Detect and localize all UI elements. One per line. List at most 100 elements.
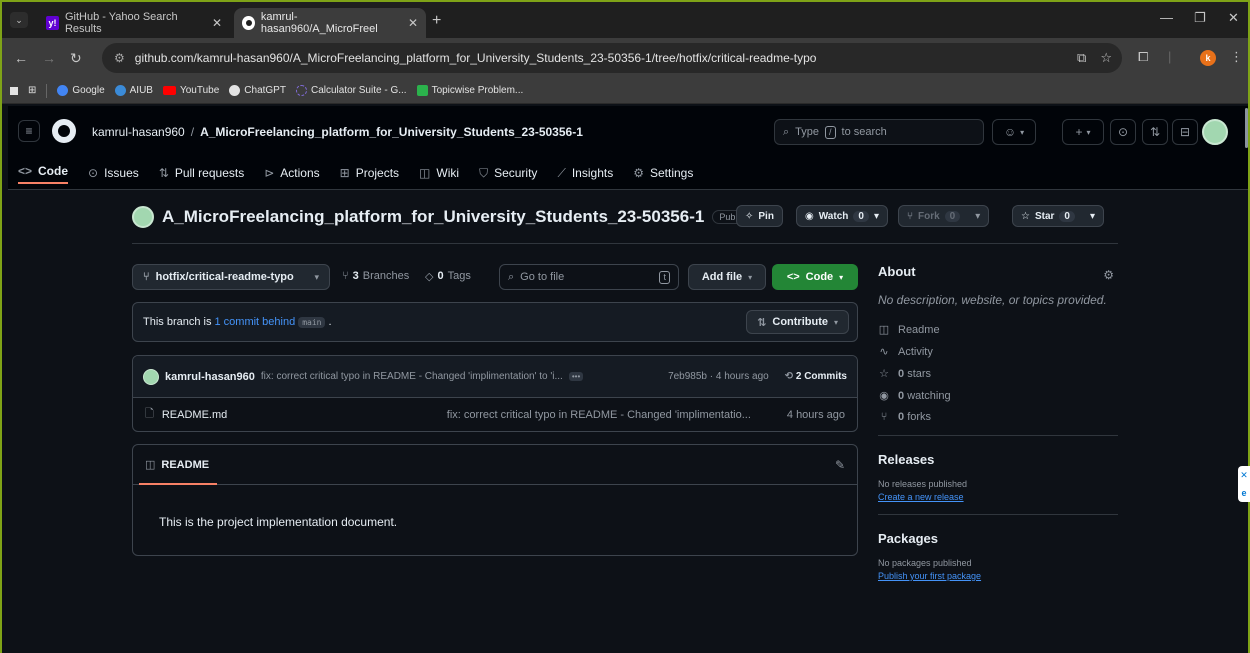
- breadcrumb-separator: /: [190, 125, 195, 139]
- commits-behind-link[interactable]: 1 commit behind: [214, 316, 295, 328]
- bookmark-aiub[interactable]: AIUB: [114, 85, 153, 96]
- search-input[interactable]: ⌕ Type / to search: [774, 119, 984, 145]
- tags-link[interactable]: ◇ 0 Tags: [425, 270, 471, 283]
- tab-security[interactable]: ⛉ Security: [479, 162, 537, 184]
- file-commit-time: 4 hours ago: [786, 408, 845, 421]
- tab-wiki[interactable]: ◫ Wiki: [419, 162, 459, 184]
- bookmark-calculator[interactable]: Calculator Suite - G...: [295, 85, 407, 96]
- file-name[interactable]: README.md: [162, 409, 422, 421]
- search-icon: ⌕: [783, 125, 790, 138]
- menu-icon[interactable]: ≡: [18, 120, 40, 142]
- readme-link[interactable]: ◫ Readme: [878, 323, 1118, 337]
- go-to-file-input[interactable]: ⌕ Go to file t: [499, 264, 679, 290]
- publish-package-link[interactable]: Publish your first package: [878, 571, 1118, 581]
- activity-link[interactable]: ∿ Activity: [878, 345, 1118, 359]
- bookmark-youtube[interactable]: YouTube: [162, 85, 219, 96]
- file-commit-message[interactable]: fix: correct critical typo in README - C…: [447, 409, 751, 421]
- tab-actions[interactable]: ⊳ Actions: [264, 162, 319, 184]
- commits-link[interactable]: ⟲ 2 Commits: [785, 371, 847, 382]
- copilot-button[interactable]: ☺ ▾: [992, 119, 1036, 145]
- inbox-button[interactable]: ⊟: [1172, 119, 1198, 145]
- contribute-button[interactable]: ⇅ Contribute ▾: [746, 310, 849, 334]
- install-app-icon[interactable]: ⧉: [1077, 50, 1086, 66]
- commit-author[interactable]: kamrul-hasan960: [165, 371, 255, 383]
- gear-icon[interactable]: ⚙: [1103, 268, 1114, 282]
- bookmark-google[interactable]: Google: [57, 85, 105, 96]
- stars-label: stars: [907, 367, 932, 380]
- commit-message[interactable]: fix: correct critical typo in README - C…: [261, 371, 563, 382]
- back-icon[interactable]: ←: [14, 50, 28, 66]
- tab-code[interactable]: <> Code: [18, 162, 69, 184]
- packages-heading[interactable]: Packages: [878, 531, 1118, 546]
- restore-icon[interactable]: ❐: [1194, 10, 1206, 26]
- close-window-icon[interactable]: ✕: [1228, 10, 1239, 26]
- extensions-icon[interactable]: ⧠: [1138, 49, 1148, 65]
- fork-icon: ⑂: [880, 411, 888, 423]
- owner-link[interactable]: kamrul-hasan960: [92, 125, 185, 139]
- releases-heading[interactable]: Releases: [878, 452, 1118, 467]
- bookmark-star-icon[interactable]: ☆: [1100, 50, 1112, 66]
- pull-request-icon: ⇅: [757, 316, 767, 329]
- tab-close-icon[interactable]: ✕: [408, 16, 418, 30]
- bookmark-chatgpt[interactable]: ChatGPT: [229, 85, 286, 96]
- forks-link[interactable]: ⑂ 0 forks: [878, 411, 1118, 423]
- browser-tab-yahoo[interactable]: y! GitHub - Yahoo Search Results ✕: [38, 8, 230, 38]
- address-bar[interactable]: ⚙ github.com/kamrul-hasan960/A_MicroFree…: [102, 43, 1122, 73]
- edit-pencil-icon[interactable]: ✎: [835, 458, 845, 472]
- repo-navigation: <> Code ⊙ Issues ⇅ Pull requests ⊳ Actions ⊞…: [18, 162, 693, 184]
- forward-icon[interactable]: →: [42, 50, 56, 66]
- browser-tab-github[interactable]: kamrul-hasan960/A_MicroFreel ✕: [234, 8, 426, 38]
- tab-pull-requests[interactable]: ⇅ Pull requests: [159, 162, 244, 184]
- tab-close-icon[interactable]: ✕: [212, 16, 222, 30]
- chevron-down-icon: ▾: [1086, 127, 1091, 137]
- profile-avatar[interactable]: k: [1200, 50, 1216, 66]
- eye-icon: ◉: [879, 390, 889, 402]
- add-file-button[interactable]: Add file ▾: [688, 264, 766, 290]
- expand-commit-button[interactable]: •••: [568, 372, 584, 381]
- commit-hash-time[interactable]: 7eb985b · 4 hours ago: [668, 371, 769, 382]
- tab-insights[interactable]: ⟋ Insights: [557, 162, 613, 184]
- forks-label: forks: [907, 411, 932, 423]
- tab-issues[interactable]: ⊙ Issues: [88, 162, 139, 184]
- reload-icon[interactable]: ↻: [70, 50, 82, 67]
- author-avatar[interactable]: [143, 368, 159, 385]
- code-icon: <>: [18, 164, 33, 178]
- branch-status-prefix: This branch is: [143, 316, 212, 328]
- tab-projects[interactable]: ⊞ Projects: [340, 162, 399, 184]
- issues-button[interactable]: ⊙: [1110, 119, 1136, 145]
- edge-sidebar-widget[interactable]: ✕ e: [1238, 466, 1250, 502]
- fork-button[interactable]: ⑂ Fork 0 ▾: [898, 205, 990, 227]
- tab-settings[interactable]: ⚙ Settings: [633, 162, 693, 184]
- page-scrollbar[interactable]: [1245, 108, 1248, 148]
- watch-button[interactable]: ◉ Watch 0 ▾: [796, 205, 888, 227]
- extension-icon[interactable]: e: [1241, 488, 1246, 498]
- apps-grid-icon[interactable]: ⊞: [28, 85, 36, 96]
- close-icon[interactable]: ✕: [1240, 470, 1248, 481]
- new-tab-button[interactable]: +: [432, 12, 441, 30]
- branches-link[interactable]: ⑂ 3 Branches: [342, 270, 409, 282]
- minimize-icon[interactable]: —: [1160, 10, 1173, 25]
- create-release-link[interactable]: Create a new release: [878, 492, 1118, 502]
- bookmark-topicwise[interactable]: Topicwise Problem...: [416, 85, 523, 96]
- code-button[interactable]: <> Code ▾: [772, 264, 858, 290]
- tab-search-button[interactable]: ⌄: [10, 12, 28, 28]
- github-logo-icon[interactable]: [52, 119, 76, 143]
- create-new-button[interactable]: + ▾: [1062, 119, 1104, 145]
- pull-request-icon: ⇅: [158, 166, 169, 180]
- google-icon: [57, 85, 69, 96]
- readme-tab[interactable]: README: [161, 459, 209, 471]
- github-header: ≡ kamrul-hasan960 / A_MicroFreelancing_p…: [8, 106, 1248, 190]
- bookmark-folder-icon[interactable]: [10, 86, 18, 95]
- pull-requests-button[interactable]: ⇅: [1142, 119, 1168, 145]
- readme-label: Readme: [898, 323, 940, 336]
- pin-button[interactable]: ✧ Pin: [736, 205, 783, 227]
- branch-selector[interactable]: ⑂ hotfix/critical-readme-typo ▾: [132, 264, 330, 290]
- user-avatar[interactable]: [1202, 119, 1228, 145]
- star-button[interactable]: ☆ Star 0 ▾: [1012, 205, 1105, 227]
- watching-link[interactable]: ◉ 0 watching: [878, 389, 1118, 403]
- base-branch-chip[interactable]: main: [298, 316, 326, 328]
- stars-link[interactable]: ☆ 0 stars: [878, 367, 1118, 381]
- repo-link[interactable]: A_MicroFreelancing_platform_for_Universi…: [200, 125, 583, 139]
- browser-menu-icon[interactable]: ⋮: [1230, 49, 1243, 65]
- site-info-icon[interactable]: ⚙: [114, 51, 125, 65]
